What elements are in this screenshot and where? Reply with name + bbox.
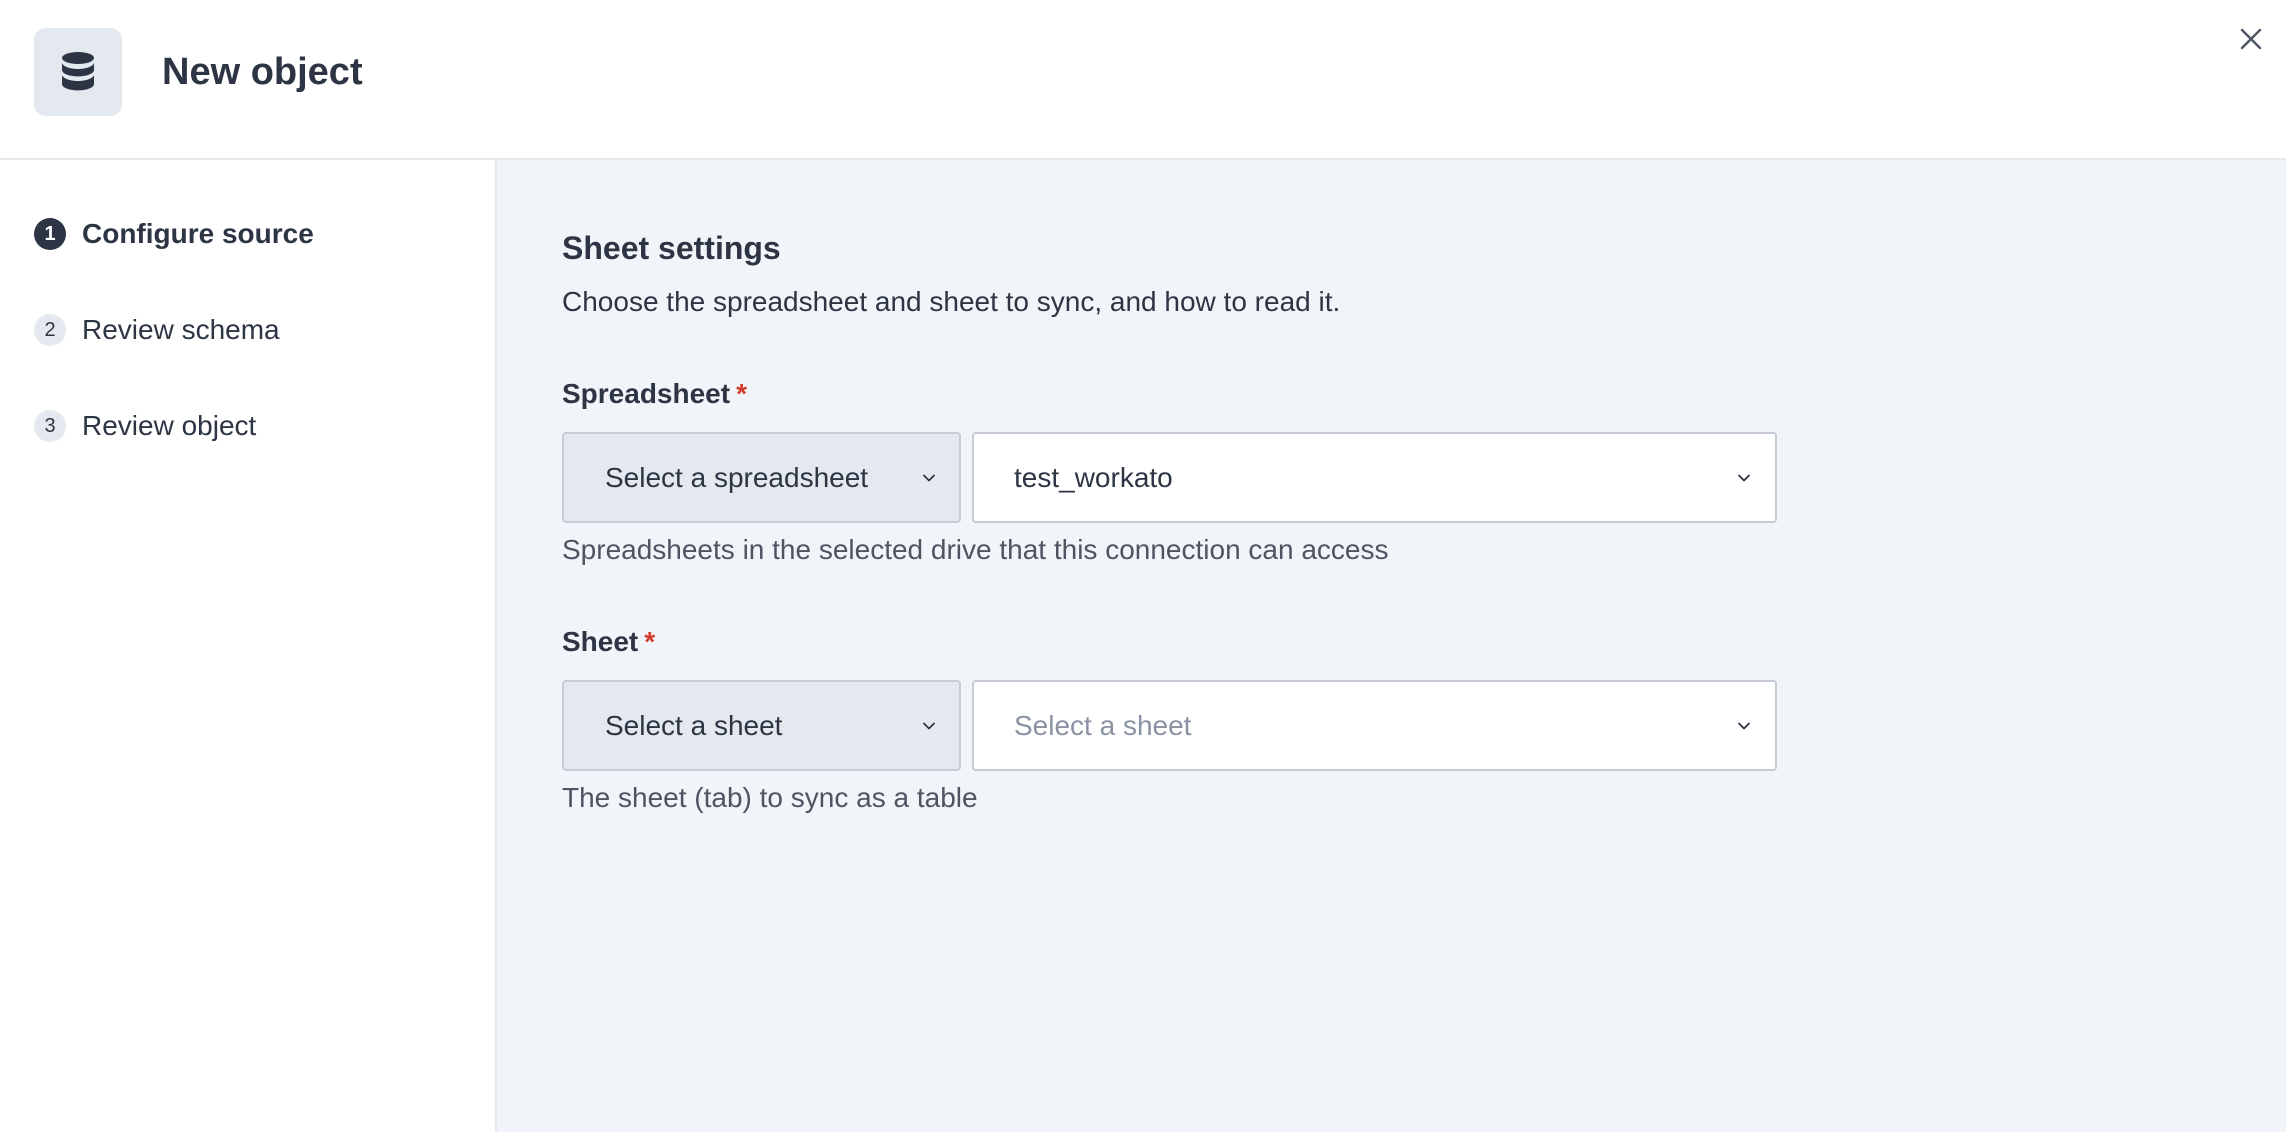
step-review-schema[interactable]: 2 Review schema [34,310,280,350]
step-review-object[interactable]: 3 Review object [34,406,256,446]
main-panel: Sheet settings Choose the spreadsheet an… [497,160,2286,1132]
spreadsheet-label-text: Spreadsheet [562,378,731,409]
header: New object [0,0,2286,160]
sheet-help-text: The sheet (tab) to sync as a table [562,782,978,813]
page-title: New object [162,51,363,93]
spreadsheet-label: Spreadsheet * [562,378,747,410]
step-label: Configure source [82,218,314,249]
chevron-down-icon [923,722,935,730]
close-icon[interactable] [2234,22,2268,56]
stepper-sidebar: 1 Configure source 2 Review schema 3 Rev… [0,160,497,1132]
chevron-down-icon [1738,722,1750,730]
spreadsheet-value: test_workato [1014,461,1173,493]
section-description: Choose the spreadsheet and sheet to sync… [562,286,1341,317]
step-number: 1 [34,218,66,250]
sheet-mode-select[interactable]: Select a sheet [562,680,961,771]
step-number: 2 [34,314,66,346]
spreadsheet-mode-value: Select a spreadsheet [605,461,869,493]
spreadsheet-select[interactable]: test_workato [972,432,1777,523]
chevron-down-icon [1738,474,1750,482]
spreadsheet-help-text: Spreadsheets in the selected drive that … [562,534,1389,565]
sheet-select[interactable]: Select a sheet [972,680,1777,771]
database-icon [34,28,122,116]
step-label: Review schema [82,314,280,345]
step-configure-source[interactable]: 1 Configure source [34,214,314,254]
sheet-placeholder: Select a sheet [1014,709,1192,741]
spreadsheet-mode-select[interactable]: Select a spreadsheet [562,432,961,523]
step-number: 3 [34,410,66,442]
sheet-label-text: Sheet [562,626,639,657]
database-icon-graphic [62,52,94,91]
chevron-down-icon [923,474,935,482]
sheet-mode-value: Select a sheet [605,709,783,741]
required-mark: * [736,378,747,409]
sheet-label: Sheet * [562,626,655,658]
step-label: Review object [82,410,257,441]
section-title: Sheet settings [562,230,781,266]
required-mark: * [644,626,656,657]
